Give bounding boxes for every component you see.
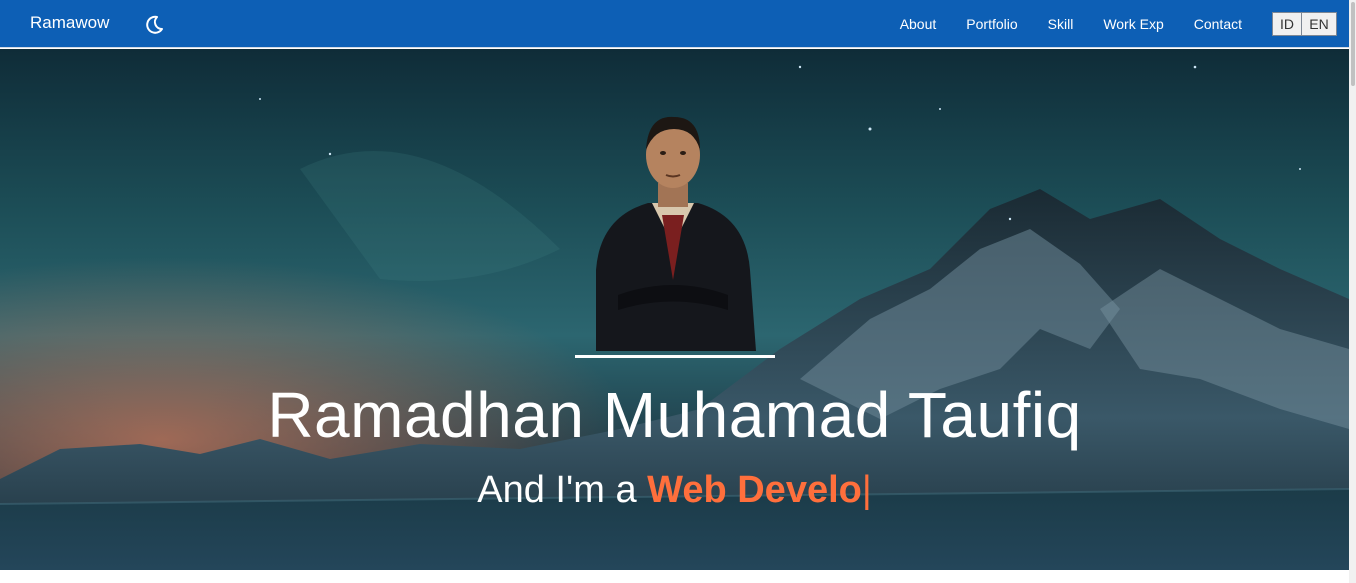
name-divider [575,355,775,358]
hero-section: Ramadhan Muhamad Taufiq And I'm a Web De… [0,49,1349,570]
language-switcher: ID EN [1272,12,1337,36]
lang-en-button[interactable]: EN [1302,12,1337,36]
typing-cursor: | [861,469,872,511]
tagline-prefix: And I'm a [477,469,648,511]
nav-link-about[interactable]: About [885,16,952,32]
typed-role: Web Develo [647,469,862,511]
moon-icon[interactable] [143,14,165,36]
lang-id-button[interactable]: ID [1272,12,1302,36]
scrollbar-thumb[interactable] [1351,2,1355,86]
nav-link-portfolio[interactable]: Portfolio [951,16,1032,32]
nav-link-skill[interactable]: Skill [1033,16,1089,32]
hero-name: Ramadhan Muhamad Taufiq [267,379,1082,451]
nav-links: About Portfolio Skill Work Exp Contact [885,0,1257,48]
nav-link-work-exp[interactable]: Work Exp [1088,16,1178,32]
top-navbar: Ramawow About Portfolio Skill Work Exp C… [0,0,1349,48]
scrollbar-track[interactable] [1349,0,1356,583]
brand-link[interactable]: Ramawow [30,13,109,33]
profile-photo [596,116,756,351]
nav-link-contact[interactable]: Contact [1179,16,1257,32]
hero-tagline: And I'm a Web Develo| [0,467,1349,513]
